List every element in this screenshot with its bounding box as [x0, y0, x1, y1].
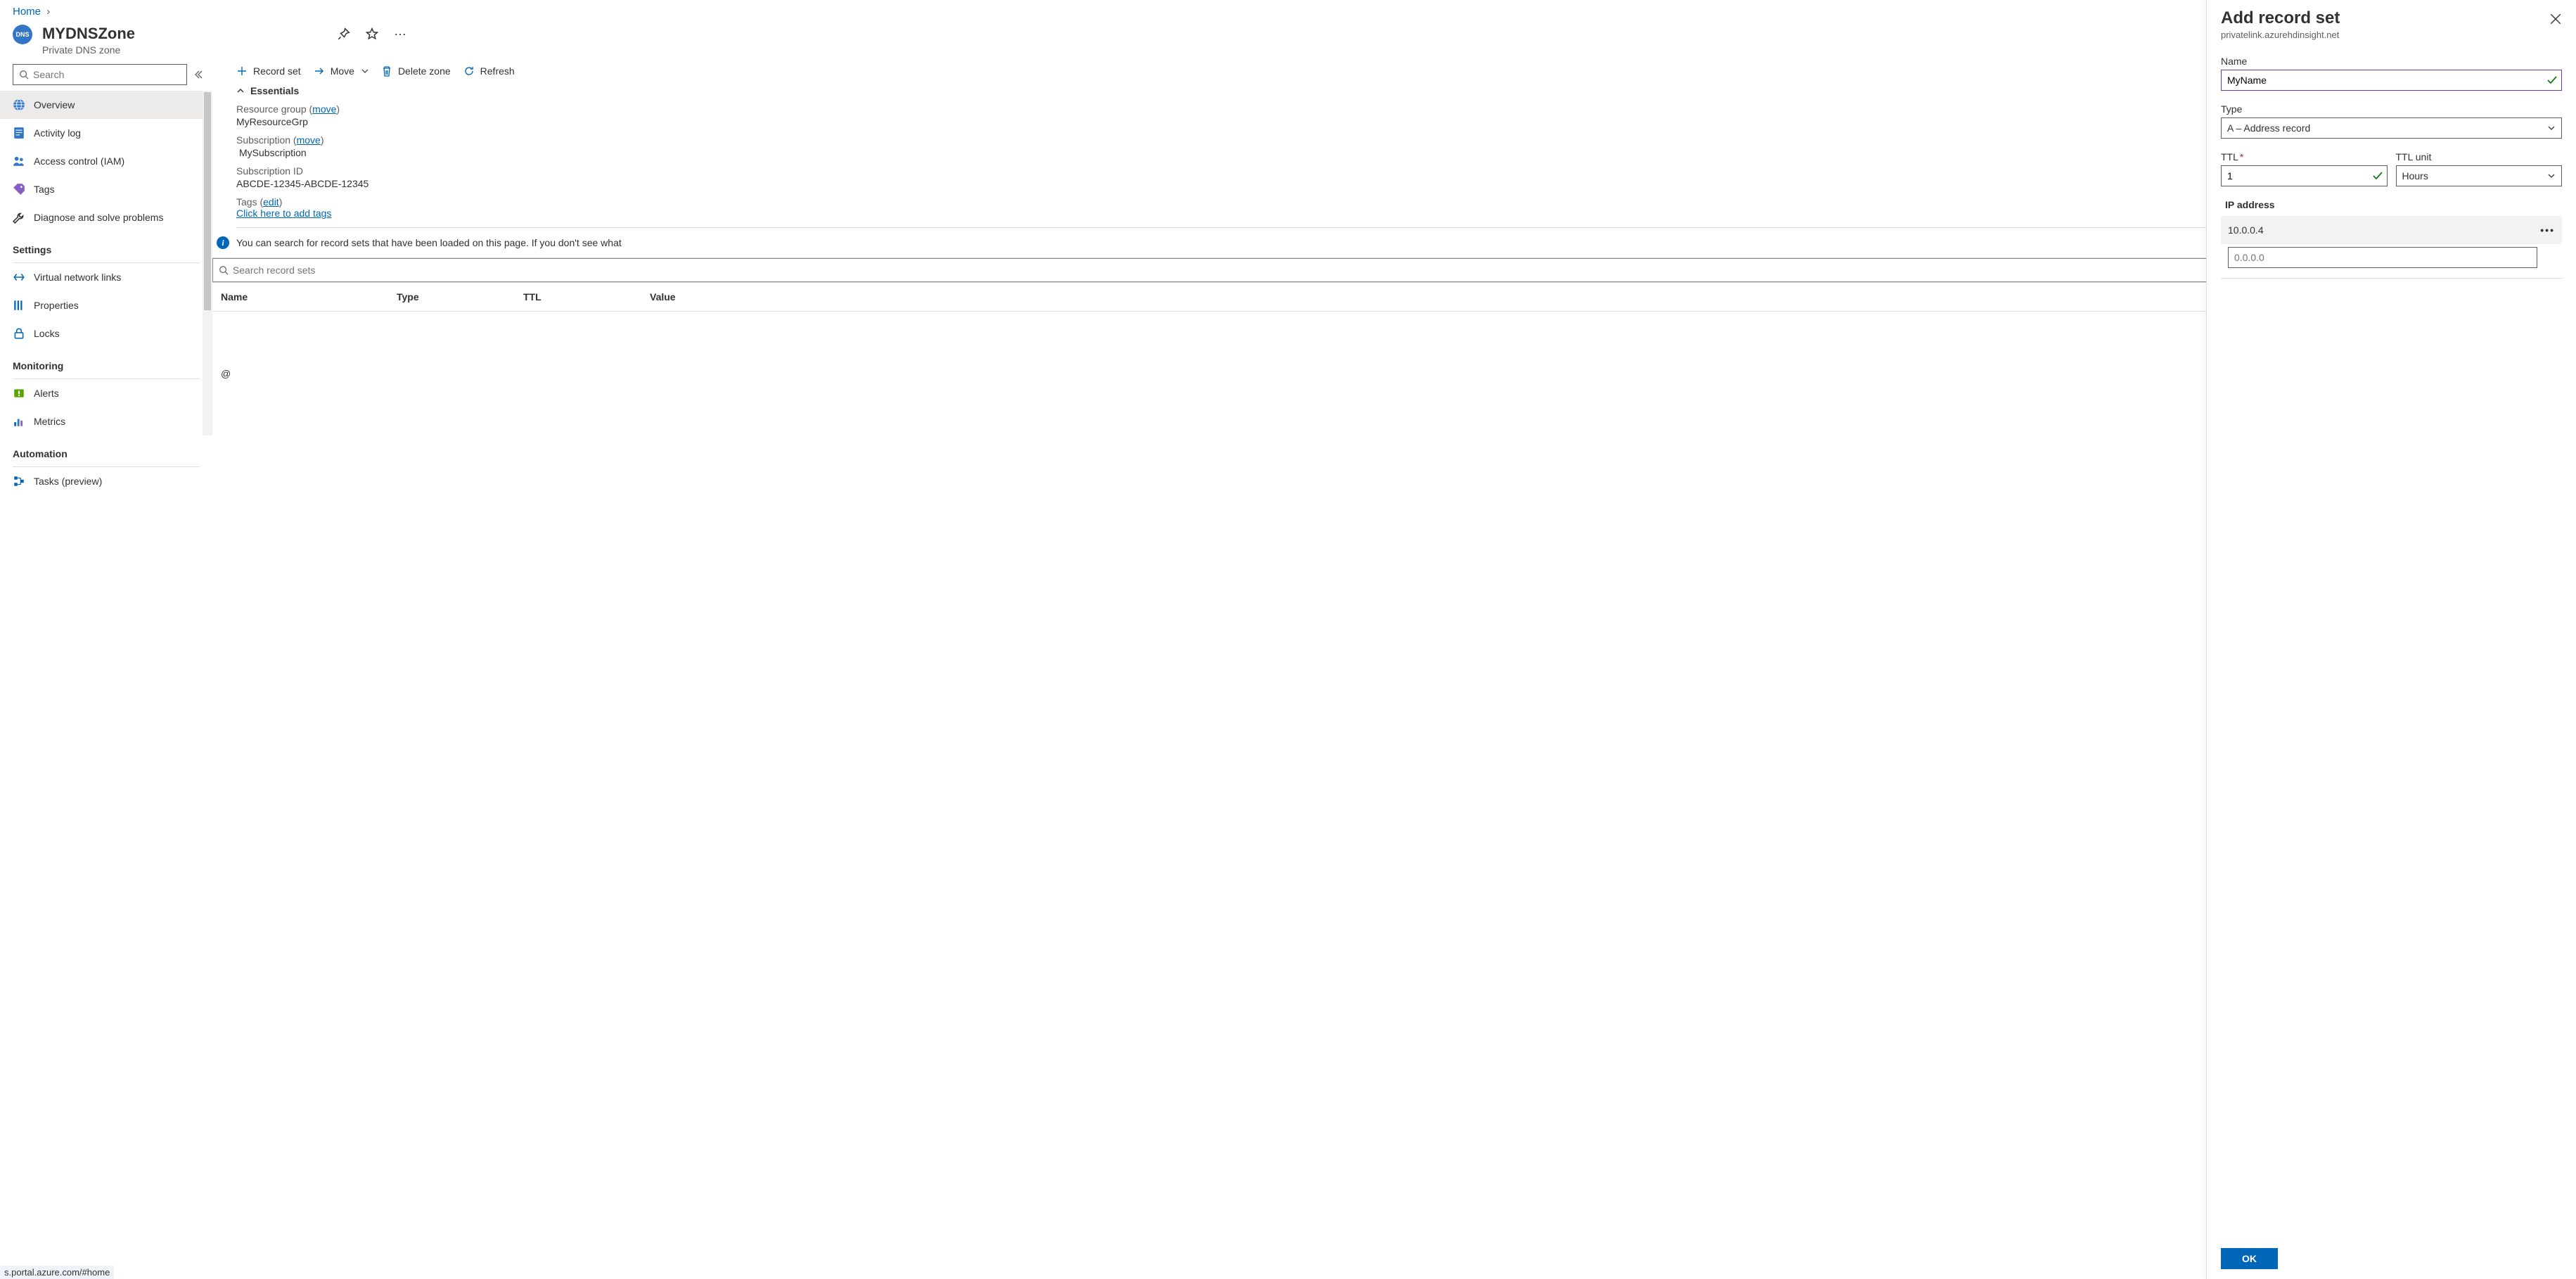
sidebar-item-label: Access control (IAM)	[34, 155, 124, 167]
globe-icon	[13, 98, 25, 111]
more-icon[interactable]: …	[394, 27, 406, 40]
search-icon	[219, 265, 229, 275]
sidebar-item-label: Tags	[34, 184, 55, 195]
sidebar: Overview Activity log Access control (IA…	[0, 61, 212, 1279]
sidebar-search[interactable]	[13, 64, 187, 85]
properties-icon	[13, 299, 25, 312]
alert-icon	[13, 387, 25, 400]
add-record-set-panel: Add record set privatelink.azurehdinsigh…	[2206, 0, 2576, 1279]
subscription-value: MySubscription	[236, 147, 2552, 158]
panel-subtitle: privatelink.azurehdinsight.net	[2221, 30, 2562, 40]
sidebar-item-label: Diagnose and solve problems	[34, 212, 163, 223]
essentials-toggle[interactable]: Essentials	[236, 84, 2552, 103]
chevron-right-icon: ›	[46, 6, 50, 18]
sidebar-item-activity-log[interactable]: Activity log	[0, 119, 212, 147]
sidebar-search-input[interactable]	[33, 69, 181, 80]
panel-title: Add record set	[2221, 8, 2340, 28]
pin-icon[interactable]	[338, 27, 350, 40]
sidebar-item-tags[interactable]: Tags	[0, 175, 212, 203]
lock-icon	[13, 327, 25, 340]
page-title: MYDNSZone	[42, 25, 295, 43]
name-input[interactable]	[2221, 70, 2562, 91]
sidebar-scrollbar[interactable]	[203, 91, 212, 435]
chevron-down-icon	[2547, 172, 2556, 180]
sidebar-item-vnet-links[interactable]: Virtual network links	[0, 263, 212, 291]
metrics-icon	[13, 415, 25, 428]
subscription-label: Subscription (move)	[236, 134, 324, 146]
tags-label: Tags (edit)	[236, 196, 282, 208]
sidebar-item-locks[interactable]: Locks	[0, 319, 212, 348]
favorite-icon[interactable]	[366, 27, 378, 40]
log-icon	[13, 127, 25, 139]
info-message: You can search for record sets that have…	[236, 237, 622, 248]
ip-new-input[interactable]	[2228, 247, 2537, 268]
chevron-down-icon	[2547, 124, 2556, 132]
sidebar-item-diagnose[interactable]: Diagnose and solve problems	[0, 203, 212, 231]
ttl-unit-label: TTL unit	[2396, 151, 2563, 163]
sidebar-item-alerts[interactable]: Alerts	[0, 379, 212, 407]
ip-address-label: IP address	[2221, 199, 2562, 216]
chevron-up-icon	[236, 87, 245, 95]
sidebar-group-automation: Automation	[0, 435, 212, 464]
resource-group-label: Resource group (move)	[236, 103, 340, 115]
subscription-id-label: Subscription ID	[236, 165, 303, 177]
page-subtitle: Private DNS zone	[42, 44, 295, 56]
vnet-icon	[13, 271, 25, 284]
wrench-icon	[13, 211, 25, 224]
col-type[interactable]: Type	[397, 291, 523, 303]
sidebar-item-label: Locks	[34, 328, 60, 339]
add-tags-link[interactable]: Click here to add tags	[236, 208, 331, 219]
sidebar-group-monitoring: Monitoring	[0, 348, 212, 376]
subscription-move-link[interactable]: move	[297, 134, 321, 146]
tasks-icon	[13, 475, 25, 488]
sidebar-item-tasks[interactable]: Tasks (preview)	[0, 467, 212, 495]
col-ttl[interactable]: TTL	[523, 291, 650, 303]
people-icon	[13, 155, 25, 167]
sidebar-item-access-control[interactable]: Access control (IAM)	[0, 147, 212, 175]
sidebar-group-settings: Settings	[0, 231, 212, 260]
breadcrumb: Home ›	[0, 0, 2576, 20]
type-select[interactable]: A – Address record	[2221, 117, 2562, 139]
ttl-input[interactable]	[2221, 165, 2388, 186]
refresh-button[interactable]: Refresh	[463, 65, 515, 77]
ttl-unit-select[interactable]: Hours	[2396, 165, 2563, 186]
page-header: DNS MYDNSZone Private DNS zone …	[0, 20, 2576, 61]
chevron-down-icon	[361, 68, 369, 75]
name-label: Name	[2221, 56, 2562, 67]
search-icon	[19, 70, 29, 79]
status-bar: s.portal.azure.com/#home	[0, 1266, 114, 1279]
tags-edit-link[interactable]: edit	[263, 196, 279, 208]
sidebar-item-label: Activity log	[34, 127, 81, 139]
close-panel-button[interactable]	[2549, 13, 2562, 25]
sidebar-item-properties[interactable]: Properties	[0, 291, 212, 319]
breadcrumb-home[interactable]: Home	[13, 6, 41, 18]
subscription-id-value: ABCDE-12345-ABCDE-12345	[236, 178, 2552, 189]
delete-zone-button[interactable]: Delete zone	[381, 65, 451, 77]
ttl-label: TTL*	[2221, 151, 2388, 163]
sidebar-item-overview[interactable]: Overview	[0, 91, 212, 119]
col-name[interactable]: Name	[221, 291, 397, 303]
sidebar-item-metrics[interactable]: Metrics	[0, 407, 212, 435]
move-button[interactable]: Move	[314, 65, 369, 77]
resource-group-move-link[interactable]: move	[312, 103, 336, 115]
add-record-set-button[interactable]: Record set	[236, 65, 301, 77]
resource-group-value: MyResourceGrp	[236, 116, 2552, 127]
sidebar-item-label: Alerts	[34, 388, 59, 399]
sidebar-item-label: Properties	[34, 300, 79, 311]
ok-button[interactable]: OK	[2221, 1248, 2278, 1269]
dns-zone-icon: DNS	[13, 25, 32, 44]
sidebar-item-label: Metrics	[34, 416, 65, 427]
collapse-sidebar-icon[interactable]	[193, 69, 204, 80]
tag-icon	[13, 183, 25, 196]
ip-value: 10.0.0.4	[2228, 224, 2540, 236]
ip-row-more-button[interactable]: •••	[2540, 224, 2555, 236]
type-label: Type	[2221, 103, 2562, 115]
sidebar-item-label: Virtual network links	[34, 272, 121, 283]
ip-row-existing: 10.0.0.4 •••	[2221, 216, 2562, 244]
sidebar-item-label: Overview	[34, 99, 75, 110]
sidebar-item-label: Tasks (preview)	[34, 476, 102, 487]
info-icon: i	[217, 236, 229, 249]
